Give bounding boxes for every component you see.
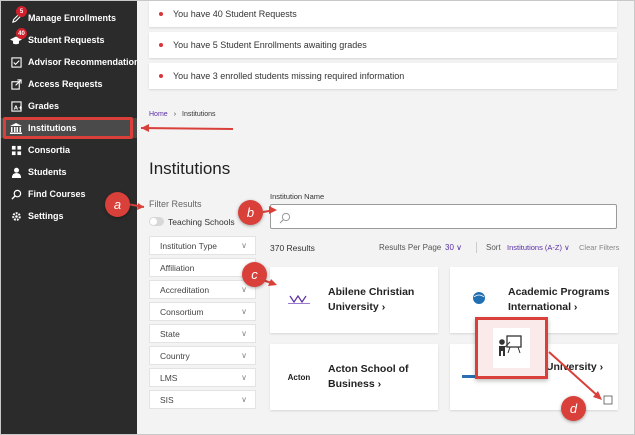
chevron-down-icon: ∨	[241, 241, 247, 250]
sidebar-item-label: Manage Enrollments	[28, 13, 117, 23]
sidebar: 5 Manage Enrollments 40 Student Requests…	[1, 1, 145, 434]
institution-search-box[interactable]	[270, 204, 617, 229]
grade-icon: A+	[10, 100, 22, 112]
filter-country[interactable]: Country ∨	[149, 346, 256, 365]
teacher-icon	[478, 320, 545, 376]
sidebar-item-label: Advisor Recommendations	[28, 57, 145, 67]
breadcrumb-home-link[interactable]: Home	[149, 111, 168, 118]
sidebar-item-access-requests[interactable]: Access Requests	[1, 74, 137, 94]
filter-label: SIS	[160, 394, 174, 405]
filter-consortium[interactable]: Consortium ∨	[149, 302, 256, 321]
gear-icon	[10, 210, 22, 222]
notice-missing-information[interactable]: You have 3 enrolled students missing req…	[149, 63, 617, 89]
institution-card-acton[interactable]: Acton Acton School of Business ›	[270, 344, 438, 410]
breadcrumb-current: Institutions	[182, 111, 216, 118]
callout-c: c	[242, 262, 267, 287]
filter-affiliation[interactable]: Affiliation	[149, 258, 256, 277]
notice-dot-icon	[159, 43, 163, 47]
callout-d: d	[561, 396, 586, 421]
app-window: 5 Manage Enrollments 40 Student Requests…	[0, 0, 635, 435]
notice-dot-icon	[159, 74, 163, 78]
acton-logo: Acton	[287, 372, 311, 382]
sort-label: Sort	[486, 243, 501, 252]
sidebar-item-advisor-recommendations[interactable]: Advisor Recommendations	[1, 52, 145, 72]
filter-label: Institution Type	[160, 240, 218, 251]
person-icon	[10, 166, 22, 178]
filter-state[interactable]: State ∨	[149, 324, 256, 343]
sidebar-item-student-requests[interactable]: 40 Student Requests	[1, 28, 137, 50]
results-count: 370 Results	[270, 243, 315, 253]
consortia-icon	[10, 144, 22, 156]
teaching-schools-toggle[interactable]	[149, 217, 164, 226]
chevron-down-icon: ∨	[241, 285, 247, 294]
filter-label: Consortium	[160, 306, 204, 317]
sidebar-item-grades[interactable]: A+ Grades	[1, 96, 137, 116]
filter-results-heading: Filter Results	[149, 199, 202, 209]
search-icon	[279, 211, 291, 224]
sidebar-item-label: Students	[28, 167, 67, 177]
filter-institution-type[interactable]: Institution Type ∨	[149, 236, 256, 255]
sort-select[interactable]: Institutions (A-Z) ∨	[507, 243, 570, 252]
chevron-down-icon: ∨	[241, 351, 247, 360]
abilene-logo	[280, 287, 318, 313]
notice-text: You have 3 enrolled students missing req…	[173, 71, 405, 81]
notice-text: You have 5 Student Enrollments awaiting …	[173, 40, 367, 50]
filter-label: State	[160, 328, 180, 339]
breadcrumb-separator: ›	[173, 111, 177, 118]
institution-name: Abilene Christian University ›	[328, 286, 415, 313]
toolbar-divider	[476, 242, 477, 253]
page-title: Institutions	[149, 159, 231, 178]
institution-name-label: Institution Name	[270, 192, 325, 201]
filter-lms[interactable]: LMS ∨	[149, 368, 256, 387]
sidebar-item-label: Consortia	[28, 145, 71, 155]
student-requests-badge: 40	[16, 28, 27, 39]
filter-label: Country	[160, 350, 190, 361]
filter-label: Affiliation	[160, 262, 195, 273]
sidebar-item-label: Grades	[28, 101, 60, 111]
sidebar-item-manage-enrollments[interactable]: 5 Manage Enrollments	[1, 6, 137, 28]
sidebar-item-label: Access Requests	[28, 79, 103, 89]
institution-search-input[interactable]	[295, 208, 610, 226]
chevron-down-icon: ∨	[241, 307, 247, 316]
clear-filters-link[interactable]: Clear Filters	[579, 243, 619, 252]
api-logo	[460, 287, 498, 313]
notice-student-requests[interactable]: You have 40 Student Requests	[149, 1, 617, 27]
search-icon	[10, 188, 22, 200]
sidebar-item-label: Find Courses	[28, 189, 86, 199]
notice-dot-icon	[159, 12, 163, 16]
institutions-highlight-box	[3, 117, 133, 139]
filter-accreditation[interactable]: Accreditation ∨	[149, 280, 256, 299]
chevron-down-icon: ∨	[241, 329, 247, 338]
institution-name: Acton School of Business ›	[328, 363, 409, 390]
callout-a: a	[105, 192, 130, 217]
institution-card-abilene[interactable]: Abilene Christian University ›	[270, 267, 438, 333]
svg-text:A+: A+	[13, 105, 21, 111]
arrow-out-icon	[10, 78, 22, 90]
notice-enrollments-awaiting-grades[interactable]: You have 5 Student Enrollments awaiting …	[149, 32, 617, 58]
main-content: You have 40 Student Requests You have 5 …	[137, 1, 634, 434]
checkbox-icon	[10, 56, 22, 68]
institution-name: Academic Programs International ›	[508, 286, 610, 313]
results-per-page-label: Results Per Page	[379, 243, 442, 252]
notice-text: You have 40 Student Requests	[173, 9, 297, 19]
chevron-down-icon: ∨	[241, 373, 247, 382]
filter-sis[interactable]: SIS ∨	[149, 390, 256, 409]
sidebar-item-label: Student Requests	[28, 35, 105, 45]
sidebar-item-consortia[interactable]: Consortia	[1, 140, 137, 160]
filter-label: Accreditation	[160, 284, 210, 295]
chevron-down-icon: ∨	[241, 395, 247, 404]
breadcrumb: Home › Institutions	[149, 111, 216, 118]
sidebar-item-label: Settings	[28, 211, 64, 221]
results-per-page-select[interactable]: 30 ∨	[445, 243, 462, 252]
teacher-icon-callout-box	[475, 317, 548, 379]
manage-enrollments-badge: 5	[16, 6, 27, 17]
filter-label: LMS	[160, 372, 178, 383]
sidebar-item-students[interactable]: Students	[1, 162, 137, 182]
callout-b: b	[238, 200, 263, 225]
teaching-schools-label: Teaching Schools	[168, 217, 235, 227]
